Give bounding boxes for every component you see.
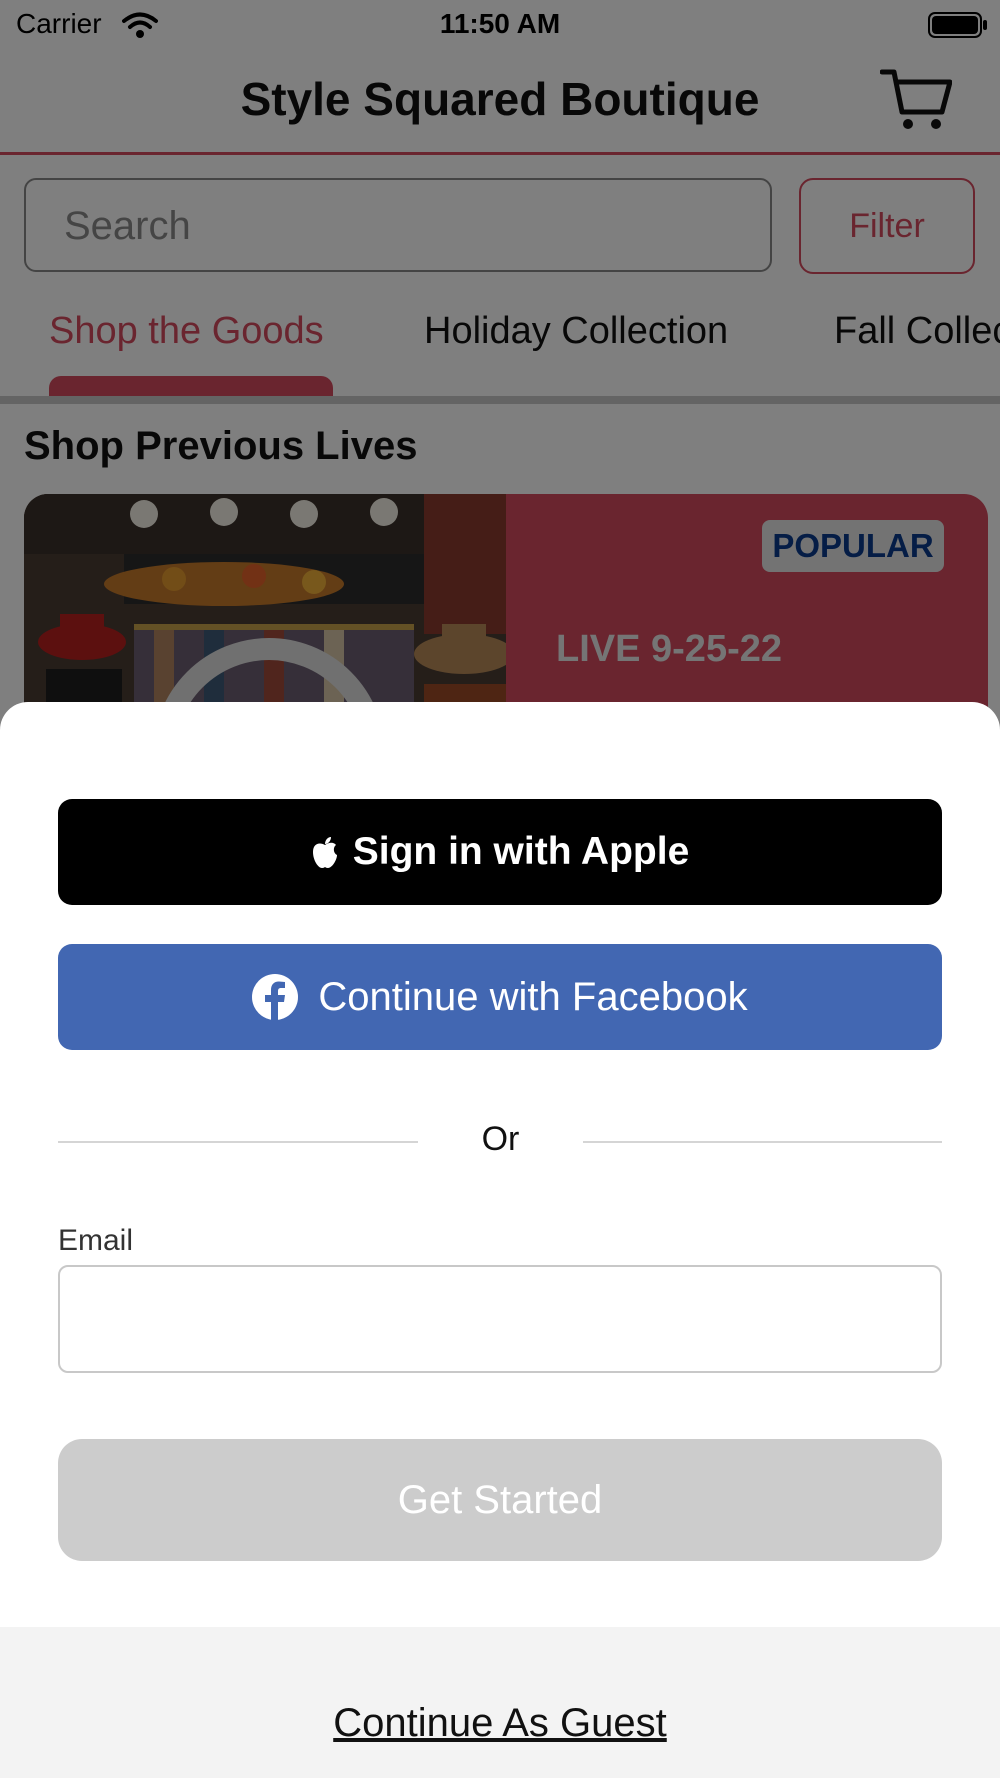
get-started-button[interactable]: Get Started: [58, 1439, 942, 1561]
app-screen: Carrier 11:50 AM Style Squared Boutique: [0, 0, 1000, 1778]
divider-line-left: [58, 1141, 418, 1143]
facebook-button-label: Continue with Facebook: [318, 974, 748, 1019]
apple-button-label: Sign in with Apple: [352, 830, 690, 873]
facebook-icon: [252, 974, 299, 1020]
sign-in-sheet: Sign in with Apple Continue with Faceboo…: [0, 702, 1000, 1778]
sign-in-with-apple-button[interactable]: Sign in with Apple: [58, 799, 942, 905]
divider-line-right: [583, 1141, 942, 1143]
continue-as-guest-link[interactable]: Continue As Guest: [0, 1701, 1000, 1746]
or-divider-text: Or: [481, 1120, 520, 1158]
guest-footer: Continue As Guest: [0, 1627, 1000, 1778]
continue-with-facebook-button[interactable]: Continue with Facebook: [58, 944, 942, 1050]
email-label: Email: [58, 1224, 134, 1257]
apple-icon: [312, 837, 337, 868]
email-field[interactable]: [58, 1265, 942, 1373]
